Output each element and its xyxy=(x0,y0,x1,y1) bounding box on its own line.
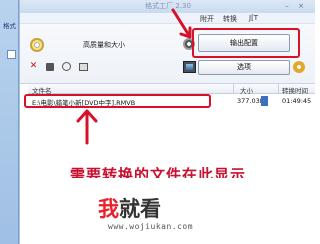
panel-icon[interactable] xyxy=(79,63,88,71)
background-window-tab[interactable]: 格式 xyxy=(1,20,18,32)
column-divider[interactable] xyxy=(233,84,234,94)
menu-bar: 附开 转换 J[T xyxy=(20,13,315,24)
screenshot-root: 格式 格式工厂 2.30 – × 附开 转换 J[T 高质量和大小 输出配置 ✕… xyxy=(0,0,315,244)
column-duration[interactable]: 转换时间 xyxy=(282,85,308,95)
file-list-header: 文件名 大小 转换时间 xyxy=(28,84,315,95)
minimize-button[interactable]: – xyxy=(282,2,292,11)
menu-item-other[interactable]: J[T xyxy=(249,14,258,22)
options-button[interactable]: 选项 xyxy=(198,60,290,75)
column-size[interactable]: 大小 xyxy=(240,85,253,95)
title-bar: 格式工厂 2.30 – × xyxy=(20,0,315,13)
disc-icon xyxy=(30,38,44,52)
menu-item-open[interactable]: 附开 xyxy=(200,14,214,24)
annotation-caption: 需要转换的文件在此显示 xyxy=(70,166,247,178)
background-checkbox[interactable] xyxy=(7,50,16,59)
file-duration: 01:49:45 xyxy=(282,97,312,105)
column-divider[interactable] xyxy=(278,84,279,94)
window-title: 格式工厂 2.30 xyxy=(145,2,191,10)
watermark-logo: 我就看 xyxy=(98,193,161,223)
watermark-logo-rest: 就看 xyxy=(119,197,161,221)
close-button[interactable]: × xyxy=(296,2,306,11)
stop-icon[interactable] xyxy=(46,63,54,71)
selection-marker xyxy=(261,96,268,106)
quality-label: 高质量和大小 xyxy=(83,41,125,49)
film-icon xyxy=(183,61,196,73)
output-button-highlight xyxy=(192,28,300,58)
menu-item-convert[interactable]: 转换 xyxy=(223,14,237,24)
gear-icon[interactable] xyxy=(293,61,305,73)
background-window-strip: 格式 xyxy=(0,0,19,244)
file-row-highlight xyxy=(24,94,211,108)
clock-icon[interactable] xyxy=(62,62,71,71)
watermark-url: www.wojiukan.com xyxy=(108,222,194,231)
watermark-logo-first: 我 xyxy=(98,197,119,221)
remove-icon[interactable]: ✕ xyxy=(29,62,38,71)
